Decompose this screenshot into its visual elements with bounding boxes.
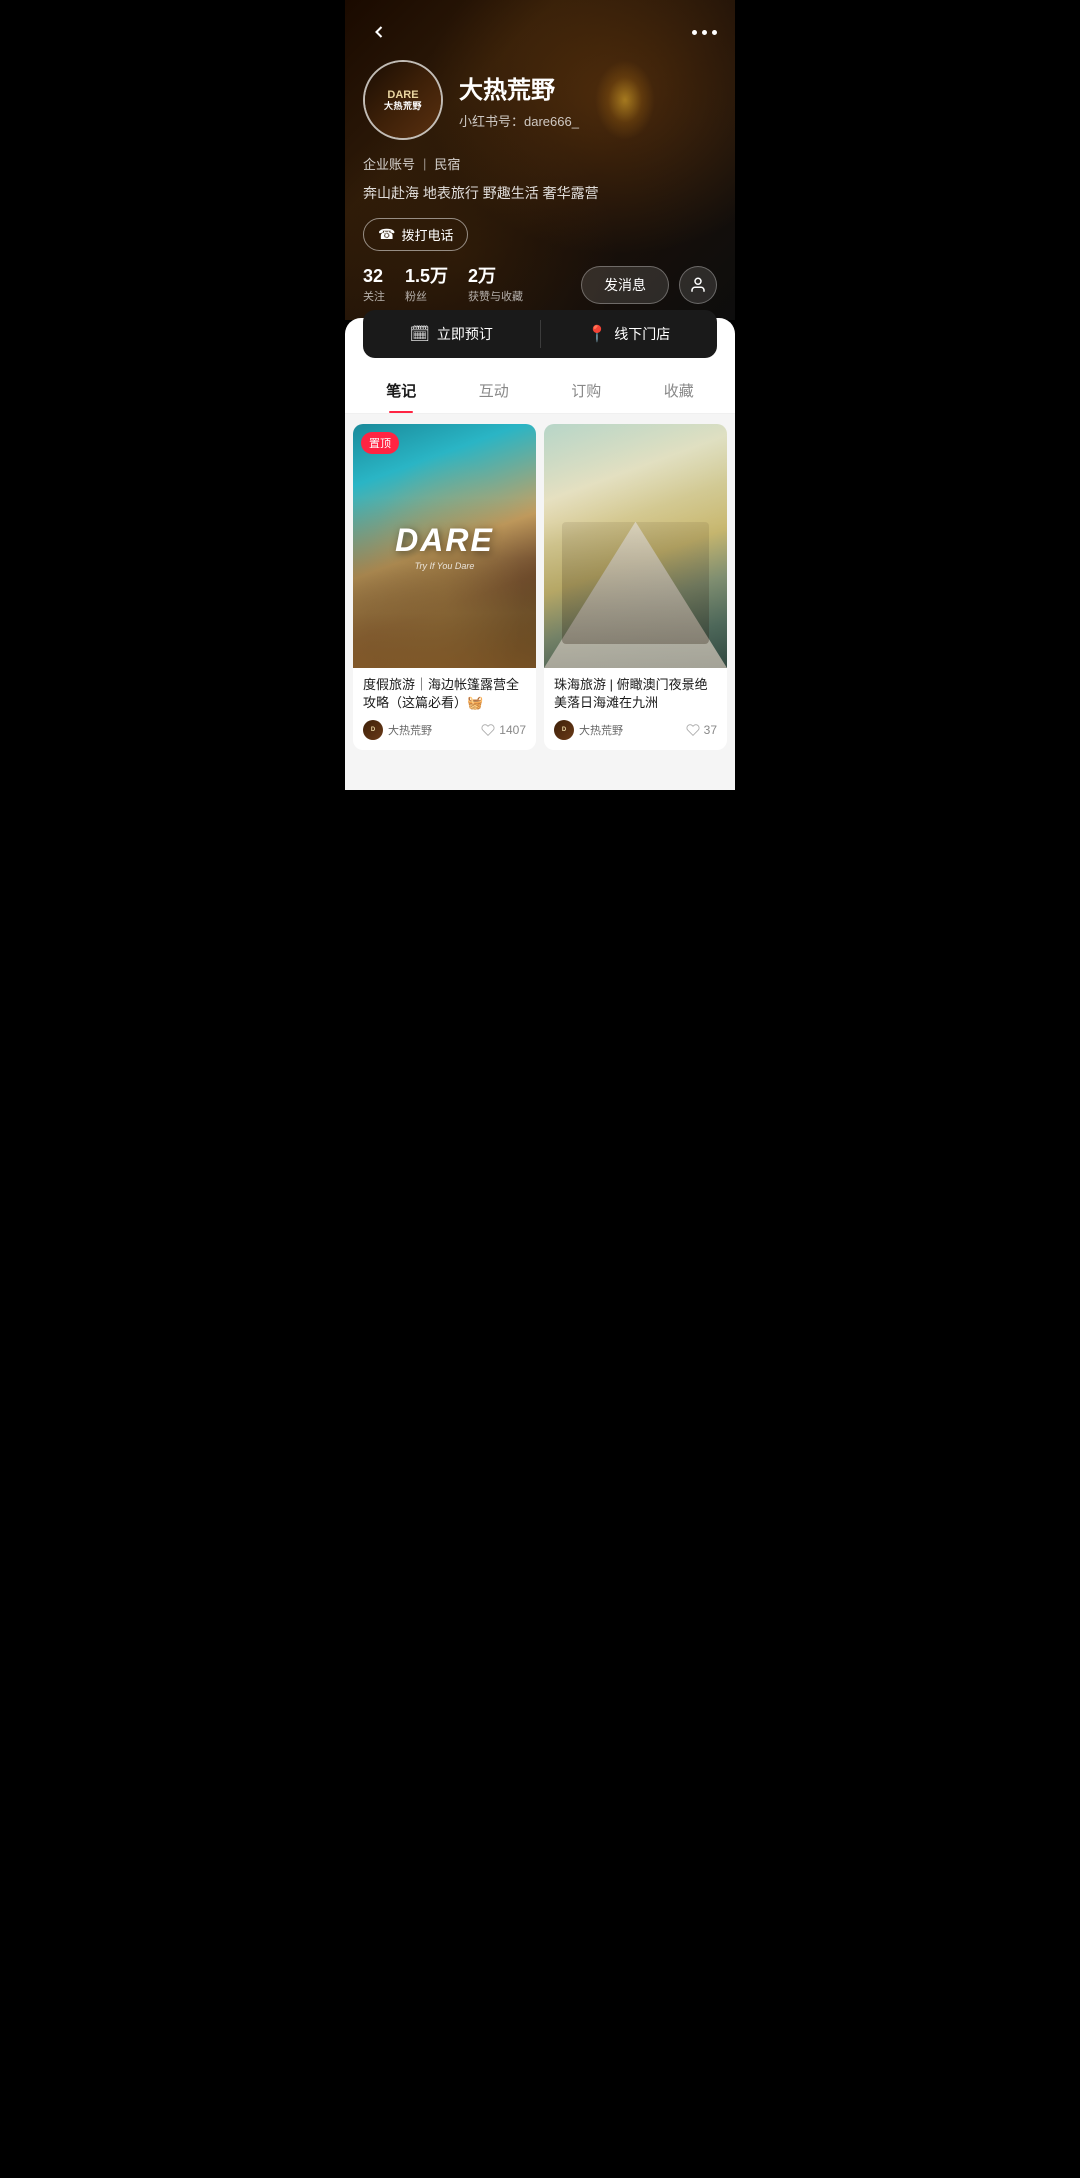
phone-button[interactable]: ☎ 拨打电话 [363, 218, 468, 251]
tab-collect[interactable]: 收藏 [633, 366, 726, 413]
card-footer-1: D 大热荒野 1407 [363, 720, 526, 740]
stats-section: 32 关注 1.5万 粉丝 2万 获赞与收藏 [363, 266, 581, 304]
profile-tags: 企业账号 | 民宿 [363, 154, 717, 173]
grid-card-2[interactable]: 珠海旅游 | 俯瞰澳门夜景绝美落日海滩在九洲 D 大热荒野 37 [544, 424, 727, 750]
followers-count: 1.5万 [405, 266, 448, 288]
grid-card-1[interactable]: DARE Try If You Dare 置顶 度假旅游｜海边帐篷露营全攻略（这… [353, 424, 536, 750]
likes-label: 获赞与收藏 [468, 288, 523, 304]
quick-actions: 🗓 立即预订 📍 线下门店 [363, 310, 717, 358]
card-footer-2: D 大热荒野 37 [554, 720, 717, 740]
phone-icon: ☎ [378, 226, 395, 243]
chevron-left-icon [369, 22, 389, 42]
dare-title-text: DARE [395, 522, 494, 559]
card-image-2 [544, 424, 727, 668]
card-body-1: 度假旅游｜海边帐篷露营全攻略（这篇必看）🧺 D 大热荒野 1407 [353, 668, 536, 750]
card-likes-1: 1407 [481, 723, 526, 737]
tabs-bar: 笔记 互动 订购 收藏 [345, 366, 735, 414]
nav-bar [345, 0, 735, 64]
following-count: 32 [363, 266, 383, 288]
likes-count: 2万 [468, 266, 496, 288]
card-title-1: 度假旅游｜海边帐篷露营全攻略（这篇必看）🧺 [363, 676, 526, 712]
message-button[interactable]: 发消息 [581, 266, 669, 304]
tab-interact[interactable]: 互动 [448, 366, 541, 413]
dot-icon [692, 30, 697, 35]
likes-count-2: 37 [704, 723, 717, 737]
followers-stat[interactable]: 1.5万 粉丝 [405, 266, 448, 304]
person-icon [689, 276, 707, 294]
store-icon: 📍 [587, 324, 607, 344]
card-author-1: D 大热荒野 [363, 720, 432, 740]
author-name-1: 大热荒野 [388, 722, 432, 738]
back-button[interactable] [363, 16, 395, 48]
tab-notes[interactable]: 笔记 [355, 366, 448, 413]
bottom-spacer [345, 770, 735, 790]
card-likes-2: 37 [686, 723, 717, 737]
likes-stat[interactable]: 2万 获赞与收藏 [468, 266, 523, 304]
profile-info: DARE 大热荒野 大热荒野 小红书号：dare666_ 企业账号 | 民宿 奔… [363, 60, 717, 251]
offline-store-button[interactable]: 📍 线下门店 [541, 310, 718, 358]
profile-id: 小红书号：dare666_ [459, 111, 579, 130]
heart-icon-2 [686, 723, 700, 737]
avatar: DARE 大热荒野 [363, 60, 443, 140]
followers-label: 粉丝 [405, 288, 427, 304]
dot-icon [702, 30, 707, 35]
more-options-button[interactable] [692, 30, 717, 35]
tab-order[interactable]: 订购 [540, 366, 633, 413]
author-name-2: 大热荒野 [579, 722, 623, 738]
book-now-button[interactable]: 🗓 立即预订 [363, 310, 540, 358]
profile-hero: DARE 大热荒野 大热荒野 小红书号：dare666_ 企业账号 | 民宿 奔… [345, 0, 735, 320]
dot-icon [712, 30, 717, 35]
author-avatar-1: D [363, 720, 383, 740]
book-icon: 🗓 [410, 324, 430, 344]
content-grid: DARE Try If You Dare 置顶 度假旅游｜海边帐篷露营全攻略（这… [345, 414, 735, 770]
following-label: 关注 [363, 288, 385, 304]
stats-actions: 32 关注 1.5万 粉丝 2万 获赞与收藏 发消息 [345, 248, 735, 304]
profile-top: DARE 大热荒野 大热荒野 小红书号：dare666_ [363, 60, 717, 140]
follow-button[interactable] [679, 266, 717, 304]
heart-icon-1 [481, 723, 495, 737]
author-avatar-2: D [554, 720, 574, 740]
following-stat[interactable]: 32 关注 [363, 266, 385, 304]
card-title-2: 珠海旅游 | 俯瞰澳门夜景绝美落日海滩在九洲 [554, 676, 717, 712]
card-body-2: 珠海旅游 | 俯瞰澳门夜景绝美落日海滩在九洲 D 大热荒野 37 [544, 668, 727, 750]
tag-homestay: 民宿 [434, 154, 460, 173]
card-author-2: D 大热荒野 [554, 720, 623, 740]
profile-name-section: 大热荒野 小红书号：dare666_ [459, 70, 579, 130]
profile-bio: 奔山赴海 地表旅行 野趣生活 奢华露营 [363, 183, 717, 204]
card-image-1: DARE Try If You Dare 置顶 [353, 424, 536, 668]
tag-enterprise: 企业账号 [363, 154, 415, 173]
main-content: 🗓 立即预订 📍 线下门店 笔记 互动 订购 收藏 DARE [345, 318, 735, 790]
dare-sub-text: Try If You Dare [415, 561, 475, 571]
pinned-badge: 置顶 [361, 432, 399, 454]
action-buttons: 发消息 [581, 266, 717, 304]
likes-count-1: 1407 [499, 723, 526, 737]
profile-name: 大热荒野 [459, 70, 579, 105]
